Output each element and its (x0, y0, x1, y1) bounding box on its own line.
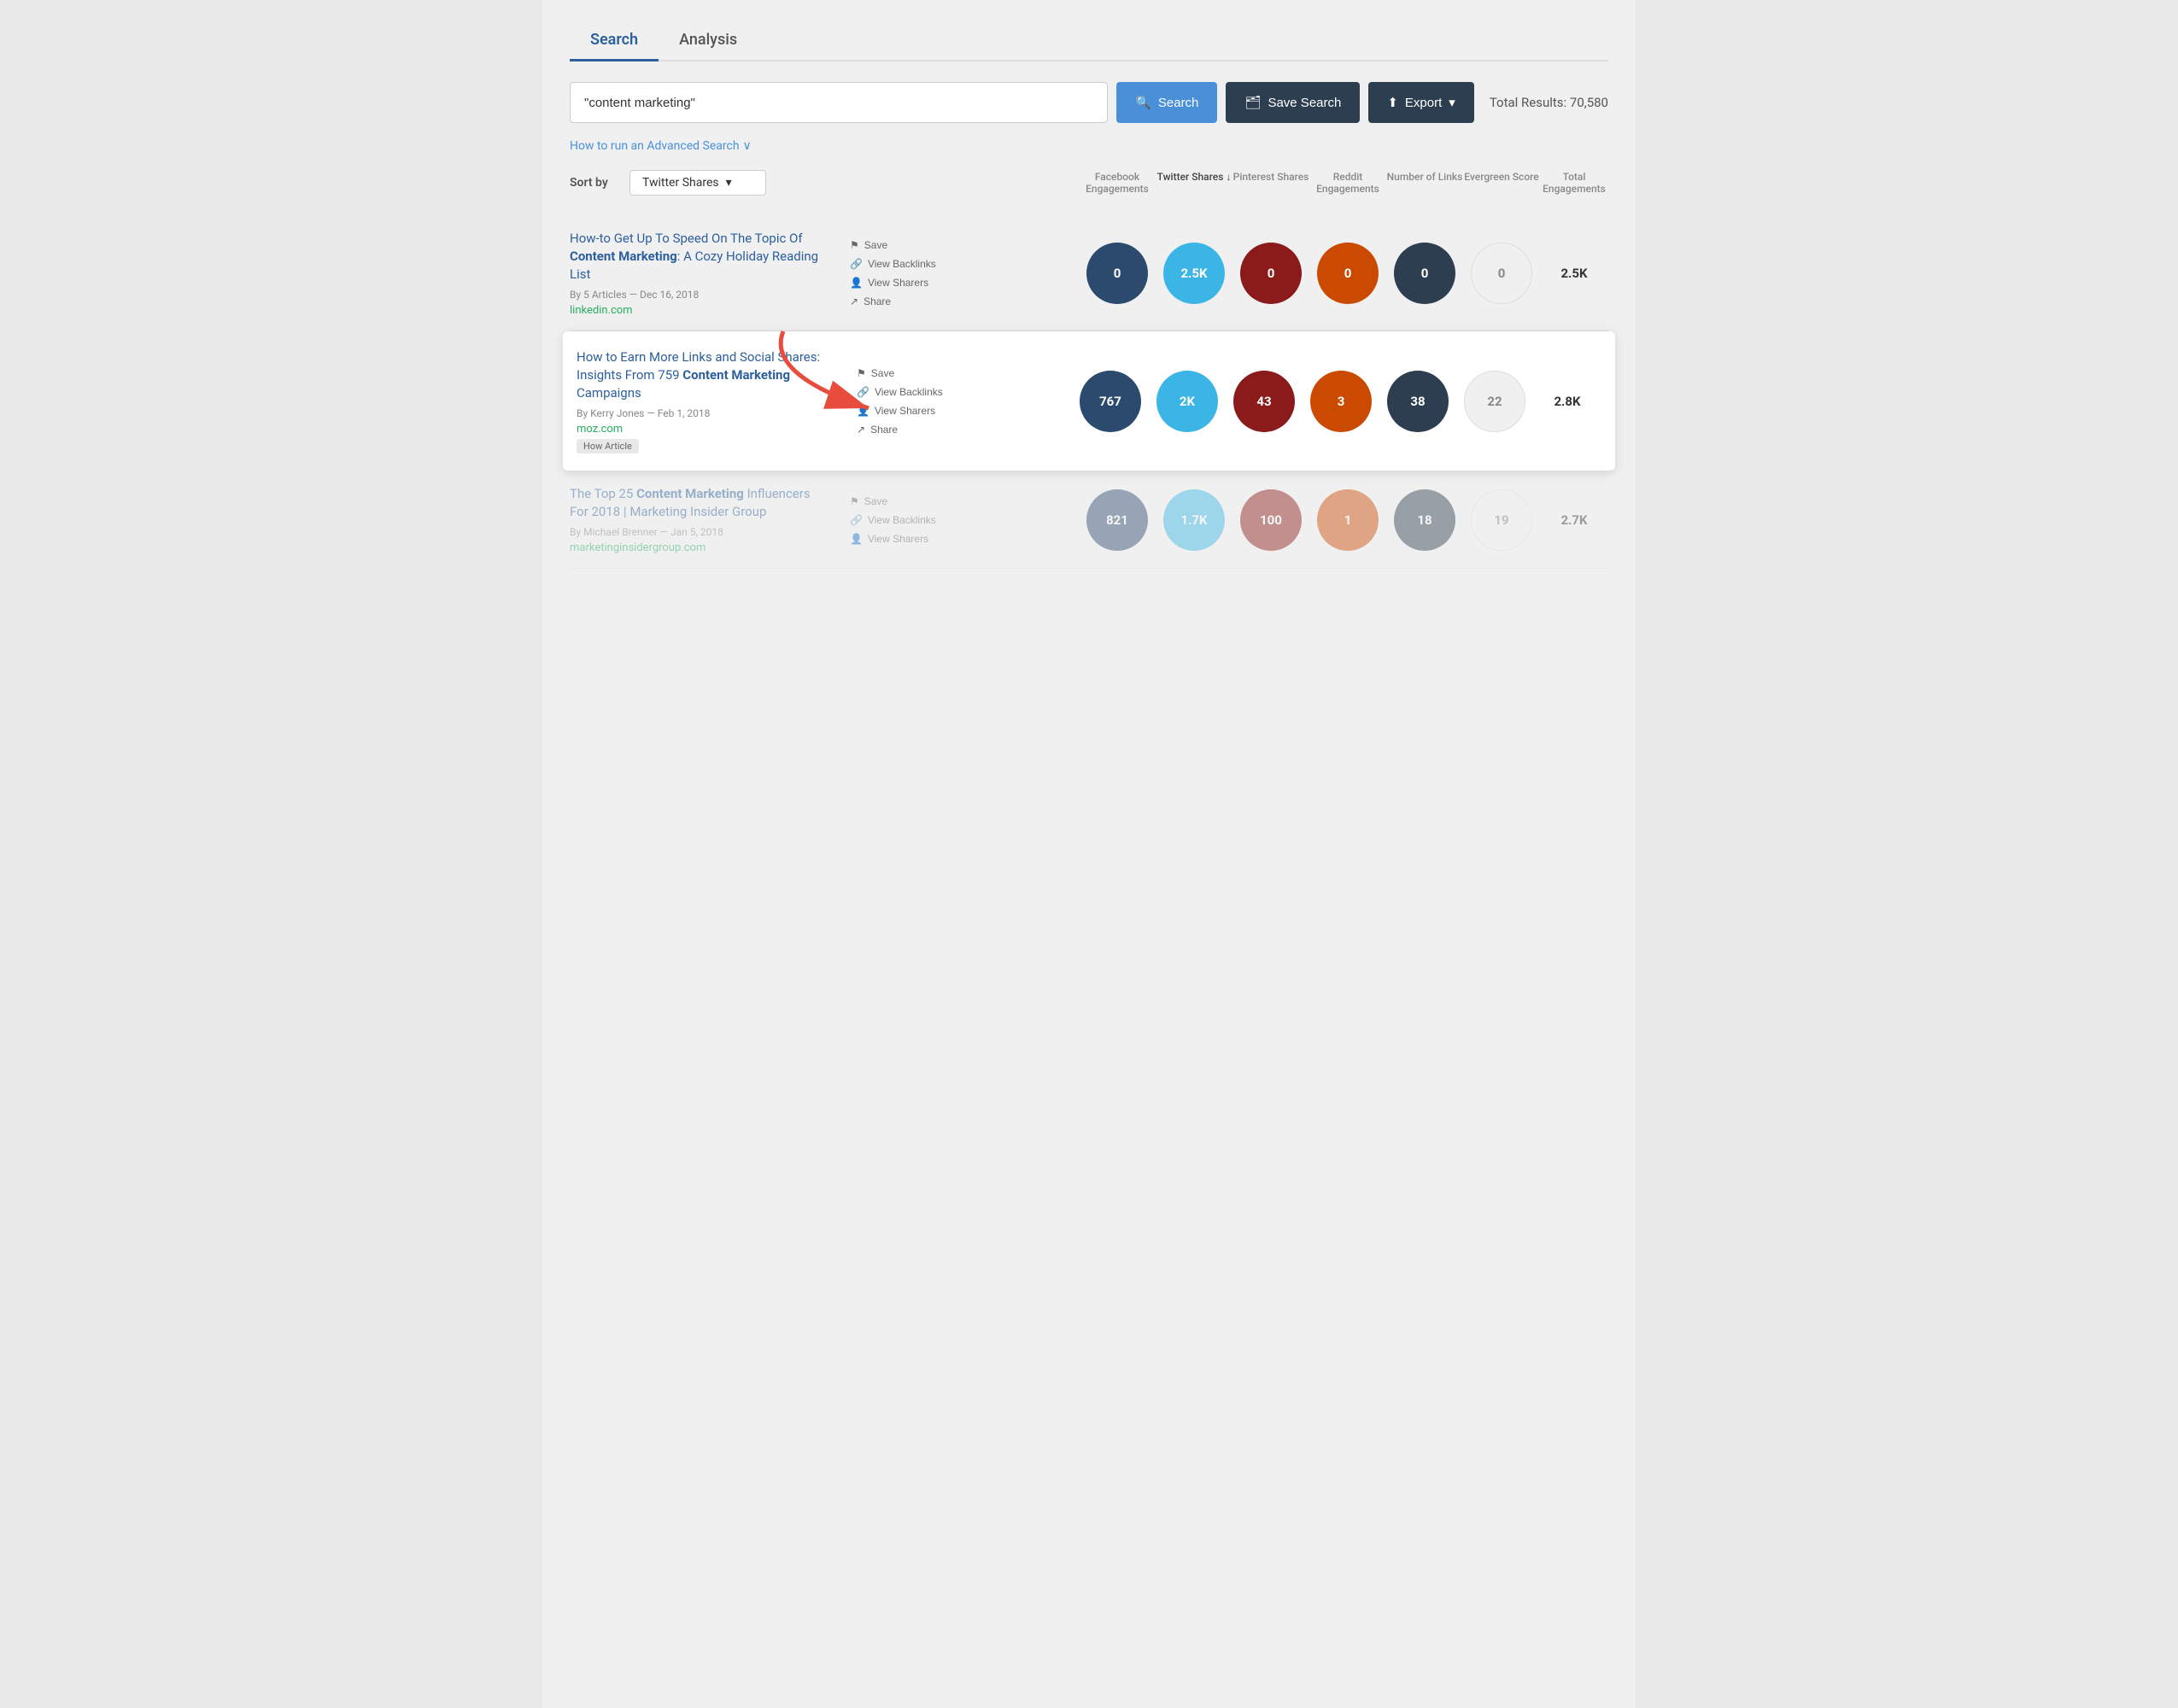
search-bar-row: 🔍 Search 🗂 Save Search ⬆ Export ▾ Total … (570, 82, 1608, 123)
metric-total-3: 2.7K (1540, 512, 1608, 528)
result-actions-3: ⚑ Save 🔗 View Backlinks 👤 View Sharers (843, 494, 946, 547)
sort-chevron-icon: ▾ (726, 176, 732, 190)
metric-total-1: 2.5K (1540, 266, 1608, 281)
save-search-button[interactable]: 🗂 Save Search (1226, 82, 1360, 123)
result-actions-2: ⚑ Save 🔗 View Backlinks 👤 View Sharers ↗… (850, 366, 952, 437)
view-sharers-action-3[interactable]: 👤 View Sharers (850, 531, 946, 547)
col-header-facebook[interactable]: Facebook Engagements (1079, 171, 1156, 195)
metric-links-2: 38 (1387, 371, 1449, 432)
col-header-twitter[interactable]: Twitter Shares ↓ (1156, 171, 1232, 195)
result-source-1[interactable]: linkedin.com (570, 304, 829, 317)
search-icon: 🔍 (1135, 95, 1151, 110)
table-row: How to Earn More Links and Social Shares… (563, 331, 1615, 471)
col-header-total[interactable]: Total Engagements (1540, 171, 1608, 195)
sort-dropdown[interactable]: Twitter Shares ▾ (629, 170, 766, 196)
person-icon: 👤 (850, 533, 863, 545)
col-header-pinterest[interactable]: Pinterest Shares (1232, 171, 1309, 195)
view-sharers-action-1[interactable]: 👤 View Sharers (850, 275, 946, 290)
metric-reddit-1: 0 (1317, 243, 1379, 304)
link-icon: 🔗 (850, 514, 863, 526)
tab-bar: Search Analysis (570, 20, 1608, 61)
results-list: How-to Get Up To Speed On The Topic Of C… (570, 216, 1608, 569)
search-input[interactable] (570, 82, 1108, 123)
bookmark-icon: ⚑ (850, 239, 859, 251)
metric-facebook-2: 767 (1080, 371, 1141, 432)
total-results: Total Results: 70,580 (1490, 95, 1608, 110)
metric-twitter-3: 1.7K (1163, 489, 1225, 551)
result-meta-2: By Kerry Jones — Feb 1, 2018 (577, 407, 836, 419)
person-icon: 👤 (857, 405, 869, 417)
result-metrics-3: 821 1.7K 100 1 18 19 2.7K (1079, 489, 1608, 551)
metric-twitter-2: 2K (1156, 371, 1218, 432)
result-source-2[interactable]: moz.com (577, 423, 836, 436)
metric-reddit-3: 1 (1317, 489, 1379, 551)
view-backlinks-action-2[interactable]: 🔗 View Backlinks (857, 384, 952, 400)
save-action-2[interactable]: ⚑ Save (857, 366, 952, 381)
col-header-links[interactable]: Number of Links (1386, 171, 1463, 195)
col-header-evergreen[interactable]: Evergreen Score (1463, 171, 1540, 195)
person-icon: 👤 (850, 277, 863, 289)
save-action-1[interactable]: ⚑ Save (850, 237, 946, 253)
metric-pinterest-2: 43 (1233, 371, 1295, 432)
advanced-search-text: How to run an Advanced Search (570, 139, 740, 153)
bookmark-icon: ⚑ (850, 495, 859, 507)
metric-evergreen-2: 22 (1464, 371, 1525, 432)
metric-pinterest-3: 100 (1240, 489, 1302, 551)
share-icon: ↗ (850, 295, 858, 307)
result-content-3: The Top 25 Content Marketing Influencers… (570, 485, 843, 554)
sort-by-label: Sort by (570, 176, 621, 190)
view-backlinks-action-3[interactable]: 🔗 View Backlinks (850, 512, 946, 528)
result-title-2[interactable]: How to Earn More Links and Social Shares… (577, 348, 836, 402)
table-row: How-to Get Up To Speed On The Topic Of C… (570, 216, 1608, 331)
export-button[interactable]: ⬆ Export ▾ (1368, 82, 1473, 123)
export-label: Export (1405, 96, 1442, 110)
result-tag-2: How Article (577, 439, 639, 453)
bookmark-icon: ⚑ (857, 367, 866, 379)
sort-selected-option: Twitter Shares (642, 176, 719, 190)
metric-facebook-1: 0 (1086, 243, 1148, 304)
sort-and-headers-row: Sort by Twitter Shares ▾ Facebook Engage… (570, 170, 1608, 202)
result-metrics-1: 0 2.5K 0 0 0 0 2.5K (1079, 243, 1608, 304)
link-icon: 🔗 (850, 258, 863, 270)
metric-evergreen-3: 19 (1471, 489, 1532, 551)
advanced-search-link[interactable]: How to run an Advanced Search ∨ (570, 139, 752, 153)
col-header-reddit[interactable]: Reddit Engagements (1309, 171, 1386, 195)
chevron-down-icon: ▾ (1449, 95, 1455, 110)
search-button[interactable]: 🔍 Search (1116, 82, 1217, 123)
result-meta-1: By 5 Articles — Dec 16, 2018 (570, 289, 829, 301)
metric-reddit-2: 3 (1310, 371, 1372, 432)
metric-links-3: 18 (1394, 489, 1455, 551)
share-action-2[interactable]: ↗ Share (857, 422, 952, 437)
share-icon: ↗ (857, 424, 865, 436)
column-headers: Facebook Engagements Twitter Shares ↓ Pi… (1079, 171, 1608, 195)
view-sharers-action-2[interactable]: 👤 View Sharers (857, 403, 952, 418)
search-button-label: Search (1158, 96, 1199, 110)
save-action-3[interactable]: ⚑ Save (850, 494, 946, 509)
tab-analysis[interactable]: Analysis (659, 20, 758, 61)
chevron-down-icon: ∨ (743, 139, 752, 153)
metric-facebook-3: 821 (1086, 489, 1148, 551)
table-row: The Top 25 Content Marketing Influencers… (570, 471, 1608, 569)
metric-pinterest-1: 0 (1240, 243, 1302, 304)
view-backlinks-action-1[interactable]: 🔗 View Backlinks (850, 256, 946, 272)
result-metrics-2: 767 2K 43 3 38 22 2.8K (1072, 371, 1601, 432)
result-content-1: How-to Get Up To Speed On The Topic Of C… (570, 230, 843, 317)
result-meta-3: By Michael Brenner — Jan 5, 2018 (570, 526, 829, 538)
tab-search[interactable]: Search (570, 20, 659, 61)
result-actions-1: ⚑ Save 🔗 View Backlinks 👤 View Sharers ↗… (843, 237, 946, 309)
app-container: Search Analysis 🔍 Search 🗂 Save Search ⬆… (542, 0, 1636, 1708)
share-action-1[interactable]: ↗ Share (850, 294, 946, 309)
save-icon: 🗂 (1244, 95, 1261, 110)
save-search-label: Save Search (1268, 96, 1341, 110)
link-icon: 🔗 (857, 386, 869, 398)
metric-evergreen-1: 0 (1471, 243, 1532, 304)
metric-twitter-1: 2.5K (1163, 243, 1225, 304)
result-content-2: How to Earn More Links and Social Shares… (577, 348, 850, 453)
metric-links-1: 0 (1394, 243, 1455, 304)
result-title-3[interactable]: The Top 25 Content Marketing Influencers… (570, 485, 829, 521)
result-source-3[interactable]: marketinginsidergroup.com (570, 541, 829, 554)
metric-total-2: 2.8K (1533, 394, 1601, 409)
export-icon: ⬆ (1387, 95, 1398, 110)
result-title-1[interactable]: How-to Get Up To Speed On The Topic Of C… (570, 230, 829, 284)
